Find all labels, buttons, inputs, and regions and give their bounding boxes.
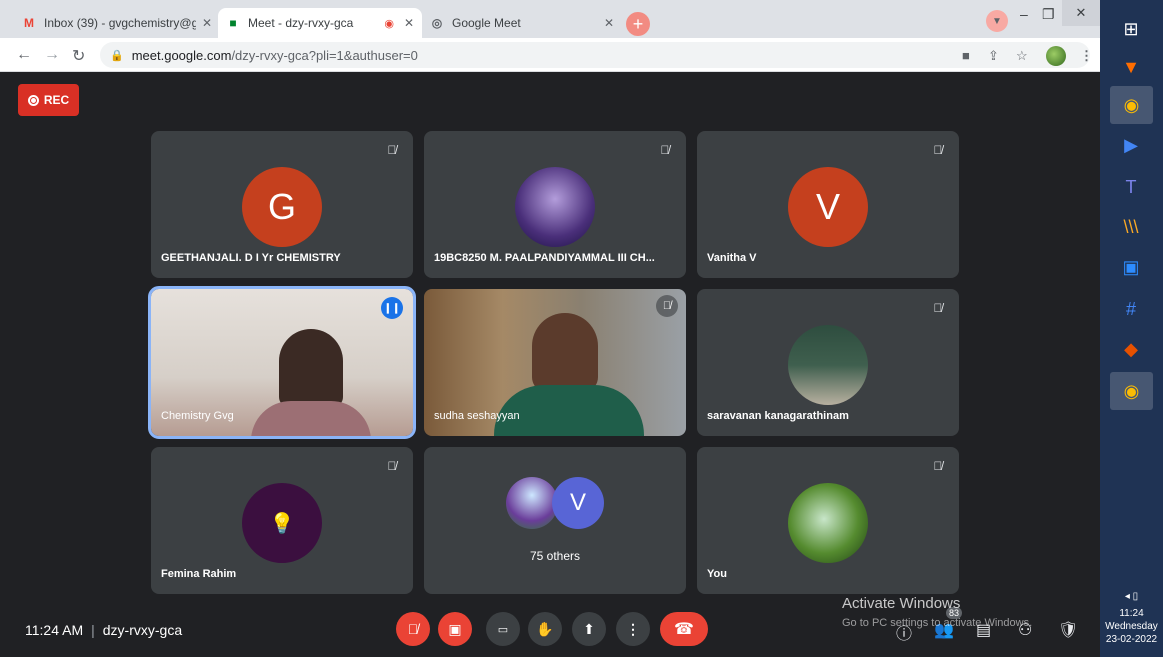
restore-icon[interactable]: ❐	[1042, 6, 1055, 23]
chrome-icon[interactable]: ◉	[1110, 86, 1153, 124]
mic-off-icon: 🎙̸	[933, 459, 943, 473]
meeting-info: 11:24 AM | dzy-rvxy-gca	[25, 622, 183, 638]
app-orange-icon[interactable]: ◆	[1116, 334, 1146, 364]
tray-icons[interactable]: ◂ ▯	[1100, 590, 1163, 603]
mic-off-icon: 🎙̸	[387, 459, 397, 473]
system-tray: ◂ ▯ 11:24 Wednesday 23-02-2022	[1100, 590, 1163, 646]
avatar	[506, 477, 558, 529]
windows-start-icon[interactable]: ⊞	[1116, 14, 1146, 44]
mic-off-icon: 🎙̸	[656, 295, 678, 317]
meet-stage: REC 🎙̸ G GEETHANJALI. D I Yr CHEMISTRY 🎙…	[0, 72, 1100, 657]
participant-tile[interactable]: 🎙̸ G GEETHANJALI. D I Yr CHEMISTRY	[151, 131, 413, 278]
avatar: G	[242, 167, 322, 247]
close-tab-icon[interactable]: ✕	[202, 16, 212, 30]
speaking-indicator-icon: ❙❙	[381, 297, 403, 319]
chrome-icon[interactable]: ◉	[1110, 372, 1153, 410]
taskbar-time: 11:24	[1119, 608, 1144, 619]
camera-toggle-button[interactable]: ▣	[438, 612, 472, 646]
meet-globe-icon: ◎	[431, 16, 443, 30]
tab-google-meet[interactable]: ◎ Google Meet ✕	[422, 8, 622, 38]
host-controls-icon[interactable]: 🛡	[1058, 620, 1078, 640]
more-options-button[interactable]: ⋮	[616, 612, 650, 646]
gmail-icon: M	[24, 16, 34, 30]
camera-icon[interactable]: ■	[962, 48, 970, 63]
participant-video-tile[interactable]: 🎙̸ sudha seshayyan	[424, 289, 686, 436]
meet-icon: ■	[229, 16, 237, 30]
taskbar-date: 23-02-2022	[1105, 634, 1158, 645]
mic-off-icon: 🎙̸	[933, 143, 943, 157]
recording-icon: ◉	[384, 17, 394, 30]
app-v-icon[interactable]: ▼	[1116, 52, 1146, 82]
recording-badge: REC	[18, 84, 79, 116]
tab-search-icon[interactable]: ▼	[986, 10, 1008, 32]
record-icon	[27, 94, 39, 106]
participant-video-tile[interactable]: ❙❙ Chemistry Gvg	[148, 286, 416, 439]
hash-app-icon[interactable]: #	[1116, 294, 1146, 324]
close-tab-icon[interactable]: ✕	[404, 16, 414, 30]
mic-off-icon: 🎙̸	[660, 143, 670, 157]
participant-tile[interactable]: 🎙̸ 💡 Femina Rahim	[151, 447, 413, 594]
bookmark-star-icon[interactable]: ☆	[1016, 48, 1028, 64]
close-tab-icon[interactable]: ✕	[604, 16, 614, 30]
tab-meet[interactable]: ■ Meet - dzy-rvxy-gca ◉ ✕	[218, 8, 422, 38]
captions-button[interactable]: ▭	[486, 612, 520, 646]
winrar-icon[interactable]: \\\	[1116, 212, 1146, 242]
mic-off-icon: 🎙̸	[933, 301, 943, 315]
address-bar[interactable]: 🔒 meet.google.com/dzy-rvxy-gca?pli=1&aut…	[100, 42, 1090, 68]
avatar	[788, 483, 868, 563]
mic-toggle-button[interactable]: 🎙̸	[396, 612, 430, 646]
mic-off-icon: 🎙̸	[387, 143, 397, 157]
taskbar-day: Wednesday	[1105, 621, 1158, 632]
share-icon[interactable]: ⇪	[988, 48, 999, 64]
reload-icon[interactable]: ↻	[72, 46, 85, 66]
teams-icon[interactable]: T	[1116, 172, 1146, 202]
avatar: V	[552, 477, 604, 529]
tab-inbox[interactable]: M Inbox (39) - gvgchemistry@gvgv ✕	[14, 8, 220, 38]
avatar	[515, 167, 595, 247]
present-button[interactable]: ⬆	[572, 612, 606, 646]
self-tile[interactable]: 🎙̸ You	[697, 447, 959, 594]
profile-avatar[interactable]	[1046, 46, 1066, 66]
avatar	[788, 325, 868, 405]
participant-tile[interactable]: 🎙̸ 19BC8250 M. PAALPANDIYAMMAL III CH...	[424, 131, 686, 278]
minimize-icon[interactable]: –	[1020, 6, 1028, 22]
screen: M Inbox (39) - gvgchemistry@gvgv ✕ ■ Mee…	[0, 0, 1163, 657]
activate-windows-subtitle: Go to PC settings to activate Windows.	[842, 617, 1033, 629]
close-window-icon[interactable]: ✕	[1062, 0, 1100, 26]
lock-icon: 🔒	[110, 49, 124, 62]
new-tab-button[interactable]: +	[626, 12, 650, 36]
avatar: V	[788, 167, 868, 247]
participant-video	[251, 401, 371, 436]
lightbulb-avatar-icon: 💡	[242, 483, 322, 563]
raise-hand-button[interactable]: ✋	[528, 612, 562, 646]
back-icon[interactable]: ←	[16, 46, 32, 64]
activate-windows-title: Activate Windows	[842, 595, 961, 612]
participant-tile[interactable]: 🎙̸ saravanan kanagarathinam	[697, 289, 959, 436]
meeting-code: dzy-rvxy-gca	[102, 622, 183, 638]
zoom-icon[interactable]: ▣	[1116, 252, 1146, 282]
participant-video	[279, 329, 343, 407]
tab-strip: M Inbox (39) - gvgchemistry@gvgv ✕ ■ Mee…	[0, 0, 1100, 38]
others-tile[interactable]: V 75 others	[424, 447, 686, 594]
meeting-time: 11:24 AM	[25, 622, 84, 638]
media-player-icon[interactable]: ▶	[1116, 130, 1146, 160]
participant-tile[interactable]: 🎙̸ V Vanitha V	[697, 131, 959, 278]
forward-icon[interactable]: →	[44, 46, 60, 64]
leave-call-button[interactable]: ☎	[660, 612, 708, 646]
menu-kebab-icon[interactable]: ⋮	[1080, 48, 1093, 64]
participant-video	[532, 313, 598, 393]
windows-taskbar: ⊞ ▼ ◉ ▶ T \\\ ▣ # ◆ ◉ ◂ ▯ 11:24 Wednesda…	[1100, 0, 1163, 657]
browser-toolbar: ← → ↻ 🔒 meet.google.com/dzy-rvxy-gca?pli…	[0, 38, 1100, 72]
